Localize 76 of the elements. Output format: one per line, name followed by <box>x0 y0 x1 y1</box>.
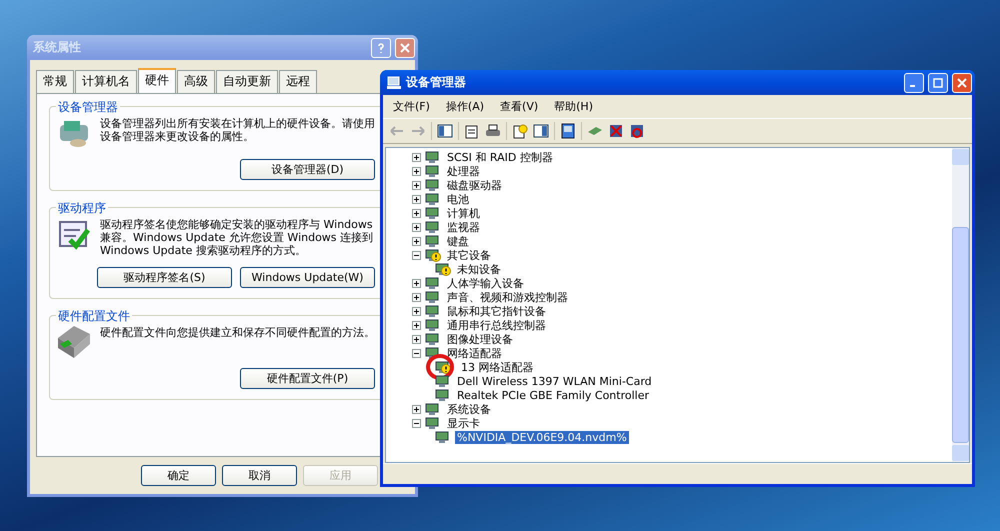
menu-item[interactable]: 操作(A) <box>440 97 490 116</box>
tree-item[interactable]: 显示卡 <box>445 416 482 430</box>
hardware-profile-icon <box>58 326 90 358</box>
expand-icon[interactable] <box>412 222 421 232</box>
computer-icon[interactable] <box>560 123 576 139</box>
tab[interactable]: 高级 <box>177 70 215 93</box>
computer-icon <box>386 74 402 90</box>
group-button[interactable]: Windows Update(W) <box>240 267 375 288</box>
tree-item[interactable]: 网络适配器 <box>445 346 504 360</box>
group-title: 驱动程序 <box>56 200 108 217</box>
expand-icon[interactable] <box>412 278 421 288</box>
dialog-button[interactable]: 确定 <box>141 465 216 486</box>
expand-icon[interactable] <box>412 292 421 302</box>
group-button[interactable]: 驱动程序签名(S) <box>97 267 232 288</box>
collapse-icon[interactable] <box>412 348 421 358</box>
tree-item[interactable]: Realtek PCIe GBE Family Controller <box>455 388 652 402</box>
window-title: 设备管理器 <box>406 74 467 91</box>
tree-item[interactable]: 系统设备 <box>445 402 493 416</box>
minimize-icon[interactable] <box>904 72 924 92</box>
disable-icon[interactable] <box>608 123 624 139</box>
expand-icon[interactable] <box>412 334 421 344</box>
tree-item[interactable]: Dell Wireless 1397 WLAN Mini-Card <box>455 374 654 388</box>
uninstall-icon[interactable] <box>629 123 645 139</box>
tree-item[interactable]: 处理器 <box>445 164 482 178</box>
scrollbar[interactable] <box>952 148 969 462</box>
tab[interactable]: 常规 <box>36 70 74 93</box>
tree-item[interactable]: 人体学输入设备 <box>445 276 526 290</box>
menu-item[interactable]: 文件(F) <box>387 97 436 116</box>
tree-item[interactable]: 通用串行总线控制器 <box>445 318 548 332</box>
tab[interactable]: 计算机名 <box>75 70 137 93</box>
help-icon[interactable] <box>512 123 528 139</box>
dialog-button[interactable]: 取消 <box>222 465 297 486</box>
tree-item[interactable]: 鼠标和其它指针设备 <box>445 304 548 318</box>
panel-icon[interactable] <box>533 123 549 139</box>
group-description: 硬件配置文件向您提供建立和保存不同硬件配置的方法。 <box>100 326 375 341</box>
expand-icon[interactable] <box>412 194 421 204</box>
close-icon[interactable] <box>395 38 415 58</box>
expand-icon[interactable] <box>412 152 421 162</box>
driver-check-icon <box>58 218 90 250</box>
tree-item[interactable]: 监视器 <box>445 220 482 234</box>
menu-item[interactable]: 帮助(H) <box>548 97 599 116</box>
tree-item[interactable]: 电池 <box>445 192 471 206</box>
tree-item[interactable]: 其它设备 <box>445 248 493 262</box>
tab[interactable]: 硬件 <box>138 68 176 93</box>
expand-icon[interactable] <box>412 236 421 246</box>
group-description: 设备管理器列出所有安装在计算机上的硬件设备。请使用设备管理器来更改设备的属性。 <box>100 117 375 145</box>
group-button[interactable]: 设备管理器(D) <box>240 159 375 180</box>
tree-item[interactable]: 计算机 <box>445 206 482 220</box>
close-icon[interactable] <box>952 72 972 92</box>
tree-item[interactable]: 图像处理设备 <box>445 332 515 346</box>
menu-item[interactable]: 查看(V) <box>494 97 544 116</box>
expand-icon[interactable] <box>412 404 421 414</box>
tree-item[interactable]: 未知设备 <box>455 262 503 276</box>
tree-item[interactable]: 键盘 <box>445 234 471 248</box>
expand-icon[interactable] <box>412 208 421 218</box>
window-title: 系统属性 <box>33 39 82 56</box>
collapse-icon[interactable] <box>412 250 421 260</box>
group-title: 硬件配置文件 <box>56 308 132 325</box>
tree-item[interactable]: 13 网络适配器 <box>459 360 536 374</box>
tree-item[interactable]: %NVIDIA_DEV.06E9.04.nvdm% <box>455 430 629 444</box>
expand-icon[interactable] <box>412 166 421 176</box>
expand-icon[interactable] <box>412 180 421 190</box>
tab[interactable]: 远程 <box>279 70 317 93</box>
print-icon[interactable] <box>485 123 501 139</box>
panel-icon[interactable] <box>437 123 453 139</box>
group-button[interactable]: 硬件配置文件(P) <box>240 368 375 389</box>
expand-icon[interactable] <box>412 320 421 330</box>
tree-item[interactable]: 磁盘驱动器 <box>445 178 504 192</box>
tab[interactable]: 自动更新 <box>216 70 278 93</box>
properties-icon[interactable] <box>464 123 480 139</box>
tree-item[interactable]: 声音、视频和游戏控制器 <box>445 290 570 304</box>
maximize-icon[interactable] <box>928 72 948 92</box>
group-description: 驱动程序签名使您能够确定安装的驱动程序与 Windows 兼容。Windows Update 允许您设置 Windows 连接到 Windows Update 搜索驱动程序的方式。 <box>100 218 374 257</box>
tree-item[interactable]: SCSI 和 RAID 控制器 <box>445 150 555 164</box>
collapse-icon[interactable] <box>412 418 421 428</box>
expand-icon[interactable] <box>412 306 421 316</box>
